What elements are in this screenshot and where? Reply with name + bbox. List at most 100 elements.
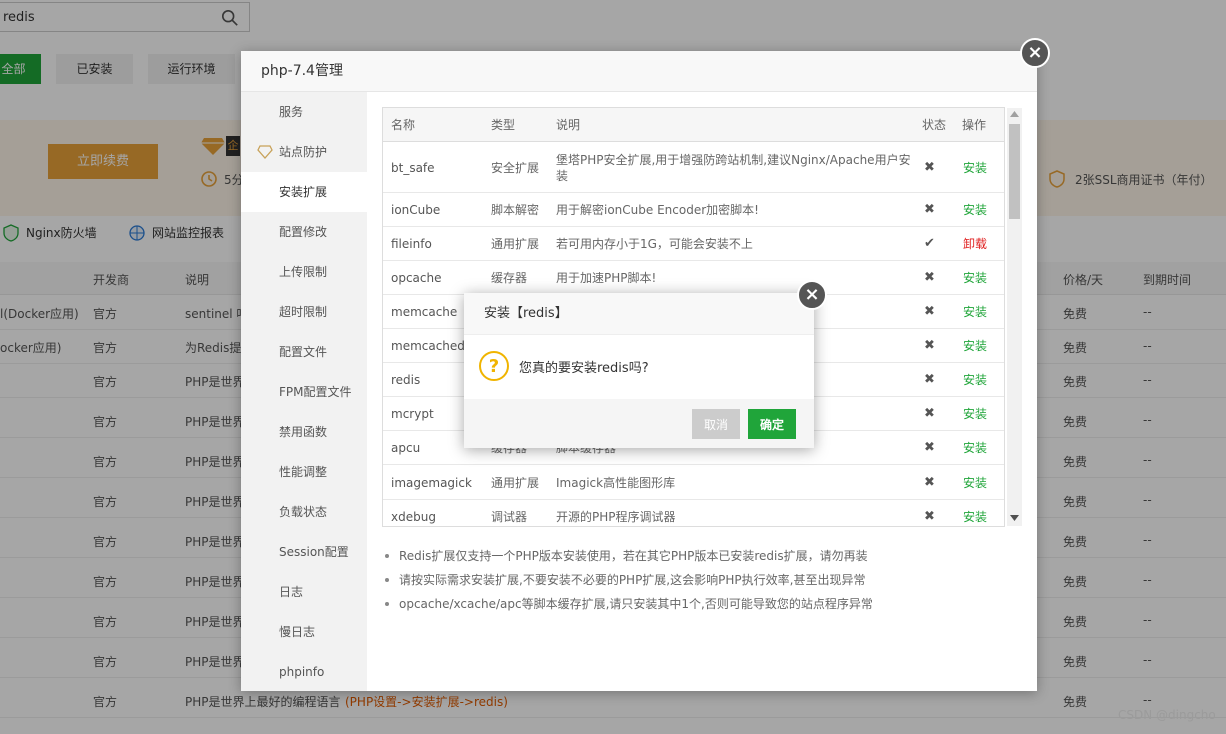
extension-row: fileinfo 通用扩展 若可用内存小于1G，可能会安装不上 ✔ 卸载 xyxy=(383,227,1004,261)
sidebar-item[interactable]: 慢日志 xyxy=(241,612,367,652)
extension-type: 脚本解密 xyxy=(491,203,540,217)
extension-type: 通用扩展 xyxy=(491,475,540,490)
extension-description: 用于解密ionCube Encoder加密脚本! xyxy=(556,203,759,217)
sidebar-item-label: 慢日志 xyxy=(279,625,316,639)
extension-type: 安全扩展 xyxy=(491,160,540,175)
col-name: 名称 xyxy=(391,118,416,132)
extension-type: 缓存器 xyxy=(491,271,528,285)
sidebar-item-label: FPM配置文件 xyxy=(279,385,352,399)
sidebar-item[interactable]: Session配置 xyxy=(241,532,367,572)
sidebar-item-label: 禁用函数 xyxy=(279,425,328,439)
note-item: 请按实际需求安装扩展,不要安装不必要的PHP扩展,这会影响PHP执行效率,甚至出… xyxy=(381,568,1021,592)
sidebar-item-label: 配置修改 xyxy=(279,225,328,239)
extension-row: ionCube 脚本解密 用于解密ionCube Encoder加密脚本! ✖ 安装 xyxy=(383,193,1004,227)
close-icon[interactable]: × xyxy=(797,280,827,310)
extension-description: Imagick高性能图形库 xyxy=(556,475,676,490)
sidebar-item[interactable]: 日志 xyxy=(241,572,367,612)
confirm-message: 您真的要安装redis吗? xyxy=(519,361,649,376)
extension-status: ✖ xyxy=(924,159,935,175)
extension-description: 用于加速PHP脚本! xyxy=(556,271,657,285)
sidebar-item-label: 负载状态 xyxy=(279,505,328,519)
extension-description: 堡塔PHP安全扩展,用于增强防跨站机制,建议Nginx/Apache用户安装 xyxy=(556,152,911,183)
sidebar-item[interactable]: 配置修改 xyxy=(241,212,367,252)
modal-title: php-7.4管理 xyxy=(241,51,1037,92)
sidebar-item[interactable]: 性能调整 xyxy=(241,452,367,492)
extension-name: opcache xyxy=(391,271,442,285)
confirm-footer: 取消 确定 xyxy=(464,399,814,448)
sidebar-item[interactable]: 服务 xyxy=(241,92,367,132)
install-link[interactable]: 安装 xyxy=(963,475,999,491)
sidebar-item[interactable]: 禁用函数 xyxy=(241,412,367,452)
question-icon: ? xyxy=(479,351,509,381)
sidebar-item[interactable]: FPM配置文件 xyxy=(241,372,367,412)
extension-table-scrollbar[interactable] xyxy=(1007,108,1022,526)
scrollbar-thumb[interactable] xyxy=(1009,124,1020,219)
extension-row: xdebug 调试器 开源的PHP程序调试器 ✖ 安装 xyxy=(383,500,1004,526)
diamond-icon xyxy=(257,145,273,159)
sidebar-item[interactable]: 负载状态 xyxy=(241,492,367,532)
extension-type: 通用扩展 xyxy=(491,237,540,251)
cancel-button[interactable]: 取消 xyxy=(692,409,740,439)
sidebar-item-label: 服务 xyxy=(279,105,304,119)
confirm-title: 安装【redis】 xyxy=(464,293,814,335)
extension-status: ✖ xyxy=(924,474,935,490)
extension-status: ✖ xyxy=(924,304,935,319)
sidebar-item[interactable]: 安装扩展 xyxy=(241,172,367,212)
sidebar-item-label: phpinfo xyxy=(279,665,325,679)
extension-type: 调试器 xyxy=(491,510,528,524)
col-description: 说明 xyxy=(556,118,581,132)
svg-text:?: ? xyxy=(489,356,499,377)
sidebar-item-label: 日志 xyxy=(279,585,304,599)
sidebar-item[interactable]: 站点防护 xyxy=(241,132,367,172)
extension-name: xdebug xyxy=(391,510,436,524)
extension-status: ✖ xyxy=(924,509,935,524)
close-icon[interactable]: × xyxy=(1020,38,1050,68)
col-action: 操作 xyxy=(962,118,987,132)
sidebar-item-label: 超时限制 xyxy=(279,305,328,319)
install-link[interactable]: 安装 xyxy=(963,406,999,422)
extension-status: ✖ xyxy=(924,202,935,217)
install-link[interactable]: 安装 xyxy=(963,304,999,320)
extension-name: fileinfo xyxy=(391,237,432,251)
install-link[interactable]: 安装 xyxy=(963,160,999,176)
sidebar-item[interactable]: 超时限制 xyxy=(241,292,367,332)
install-link[interactable]: 安装 xyxy=(963,270,999,286)
extension-row: opcache 缓存器 用于加速PHP脚本! ✖ 安装 xyxy=(383,261,1004,295)
col-status: 状态 xyxy=(922,118,947,132)
install-link[interactable]: 安装 xyxy=(963,338,999,354)
note-item: Redis扩展仅支持一个PHP版本安装使用，若在其它PHP版本已安装redis扩… xyxy=(381,544,1021,568)
extension-status: ✖ xyxy=(924,338,935,353)
extension-description: 开源的PHP程序调试器 xyxy=(556,510,676,524)
extension-table-header: 名称 类型 说明 状态 操作 xyxy=(383,108,1004,142)
scroll-down-icon[interactable] xyxy=(1010,515,1019,521)
extension-name: ionCube xyxy=(391,203,441,217)
sidebar-item-label: 上传限制 xyxy=(279,265,328,279)
sidebar-item-label: 配置文件 xyxy=(279,345,328,359)
extension-status: ✖ xyxy=(924,440,935,455)
sidebar-item-label: 性能调整 xyxy=(279,465,328,479)
sidebar-item-label: Session配置 xyxy=(279,545,349,559)
extension-name: bt_safe xyxy=(391,160,435,175)
install-link[interactable]: 安装 xyxy=(963,440,999,456)
extension-status: ✖ xyxy=(924,270,935,285)
sidebar-item[interactable]: phpinfo xyxy=(241,652,367,692)
install-confirm-dialog: 安装【redis】 ? 您真的要安装redis吗? 取消 确定 xyxy=(464,293,814,448)
extension-status: ✔ xyxy=(924,236,935,251)
col-type: 类型 xyxy=(491,118,516,132)
extension-status: ✖ xyxy=(924,406,935,421)
modal-sidebar: 服务站点防护安装扩展配置修改上传限制超时限制配置文件 FPM配置文件 禁用函数性能调… xyxy=(241,92,367,691)
extension-name: imagemagick xyxy=(391,475,472,490)
extension-description: 若可用内存小于1G，可能会安装不上 xyxy=(556,237,753,251)
scroll-up-icon[interactable] xyxy=(1010,111,1019,117)
confirm-button[interactable]: 确定 xyxy=(748,409,796,439)
extension-status: ✖ xyxy=(924,372,935,387)
install-link[interactable]: 安装 xyxy=(963,202,999,218)
install-link[interactable]: 安装 xyxy=(963,372,999,388)
sidebar-item[interactable]: 配置文件 xyxy=(241,332,367,372)
sidebar-item[interactable]: 上传限制 xyxy=(241,252,367,292)
note-item: opcache/xcache/apc等脚本缓存扩展,请只安装其中1个,否则可能导… xyxy=(381,592,1021,616)
install-link[interactable]: 安装 xyxy=(963,509,999,525)
sidebar-item-label: 安装扩展 xyxy=(279,185,328,199)
extension-row: bt_safe 安全扩展 堡塔PHP安全扩展,用于增强防跨站机制,建议Nginx/A… xyxy=(383,142,1004,193)
uninstall-link[interactable]: 卸载 xyxy=(963,236,999,252)
